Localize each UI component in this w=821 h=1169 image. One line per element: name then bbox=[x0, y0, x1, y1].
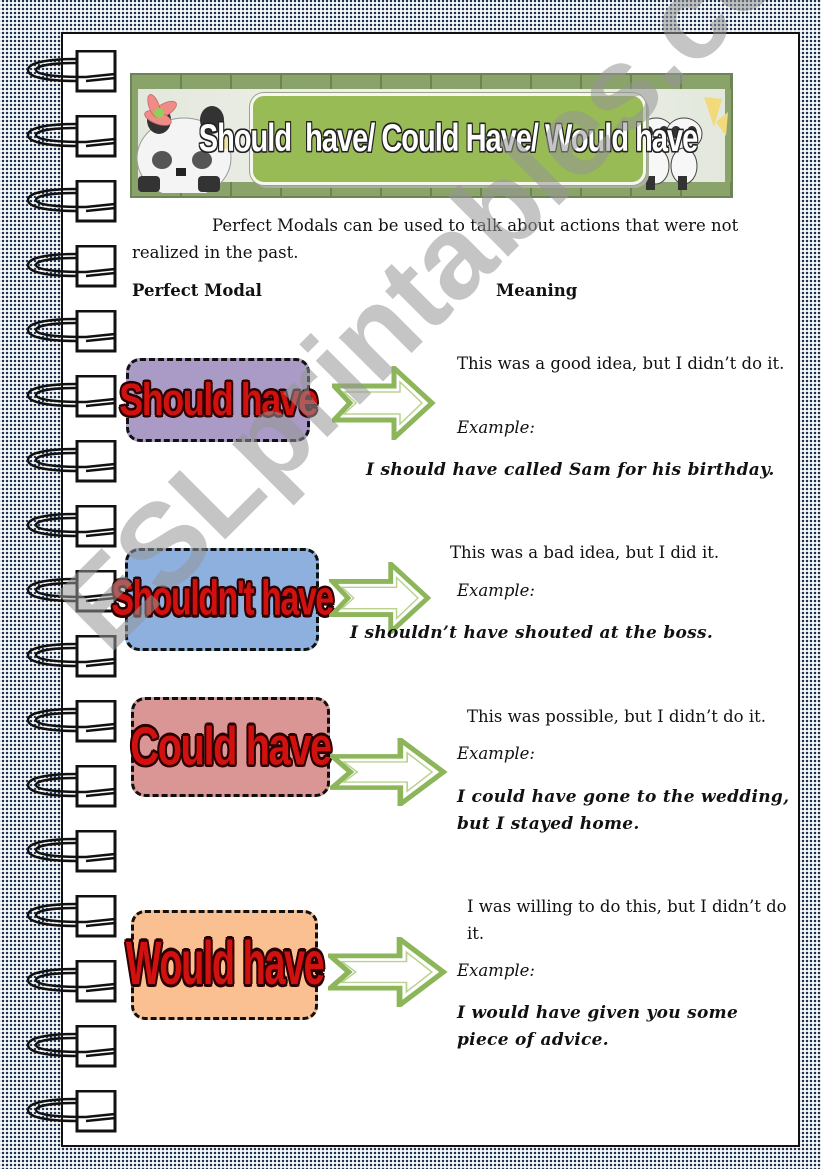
spiral-ring-icon bbox=[26, 505, 117, 548]
column-header-meaning: Meaning bbox=[496, 281, 578, 300]
spiral-ring-icon bbox=[26, 895, 117, 938]
page-title: Should have/ Could Have/ Would have bbox=[198, 116, 698, 160]
meaning-text: This was a bad idea, but I did it. bbox=[450, 543, 720, 562]
modal-label: Would have bbox=[125, 930, 325, 998]
spiral-ring-icon bbox=[26, 375, 117, 418]
arrow-right-icon bbox=[332, 366, 436, 440]
example-sentence: I could have gone to the wedding, but I … bbox=[457, 787, 790, 834]
banner-tile-border-top bbox=[132, 75, 731, 89]
modal-label: Could have bbox=[130, 716, 332, 777]
spiral-ring-icon bbox=[26, 1090, 117, 1133]
spiral-ring-icon bbox=[26, 1025, 117, 1068]
spiral-ring-icon bbox=[26, 440, 117, 483]
spiral-ring-icon bbox=[26, 115, 117, 158]
meaning-text: This was a good idea, but I didn’t do it… bbox=[457, 354, 785, 373]
modal-label: Should have bbox=[119, 373, 318, 425]
example-label: Example: bbox=[457, 744, 535, 763]
spiral-ring-icon bbox=[26, 960, 117, 1003]
spiral-ring-icon bbox=[26, 700, 117, 743]
modal-box-should-have: Should have bbox=[119, 358, 318, 442]
column-header-perfect-modal: Perfect Modal bbox=[132, 281, 262, 300]
example-label: Example: bbox=[457, 581, 535, 600]
intro-paragraph: Perfect Modals can be used to talk about… bbox=[132, 216, 739, 262]
example-label: Example: bbox=[457, 961, 535, 980]
arrow-right-icon bbox=[328, 937, 448, 1007]
example-sentence: I should have called Sam for his birthda… bbox=[366, 460, 775, 480]
example-sentence: I shouldn’t have shouted at the boss. bbox=[350, 623, 714, 643]
spiral-ring-icon bbox=[26, 830, 117, 873]
spiral-ring-icon bbox=[26, 310, 117, 353]
meaning-text: This was possible, but I didn’t do it. bbox=[467, 707, 766, 726]
modal-box-shouldnt-have: Shouldn't have bbox=[111, 548, 334, 651]
spiral-ring-icon bbox=[26, 570, 117, 613]
spiral-ring-icon bbox=[26, 635, 117, 678]
arrow-right-icon bbox=[330, 738, 448, 806]
modal-box-could-have: Could have bbox=[130, 697, 332, 797]
modal-box-would-have: Would have bbox=[126, 910, 325, 1020]
example-label: Example: bbox=[457, 418, 535, 437]
meaning-text: I was willing to do this, but I didn’t d… bbox=[467, 897, 787, 943]
spiral-ring-icon bbox=[26, 180, 117, 223]
spiral-ring-icon bbox=[26, 765, 117, 808]
modal-label: Shouldn't have bbox=[111, 571, 334, 627]
spiral-ring-icon bbox=[26, 245, 117, 288]
spiral-ring-icon bbox=[26, 50, 117, 93]
banner-title-box: Should have/ Could Have/ Would have bbox=[199, 93, 698, 185]
example-sentence: I would have given you some piece of adv… bbox=[457, 1003, 739, 1050]
